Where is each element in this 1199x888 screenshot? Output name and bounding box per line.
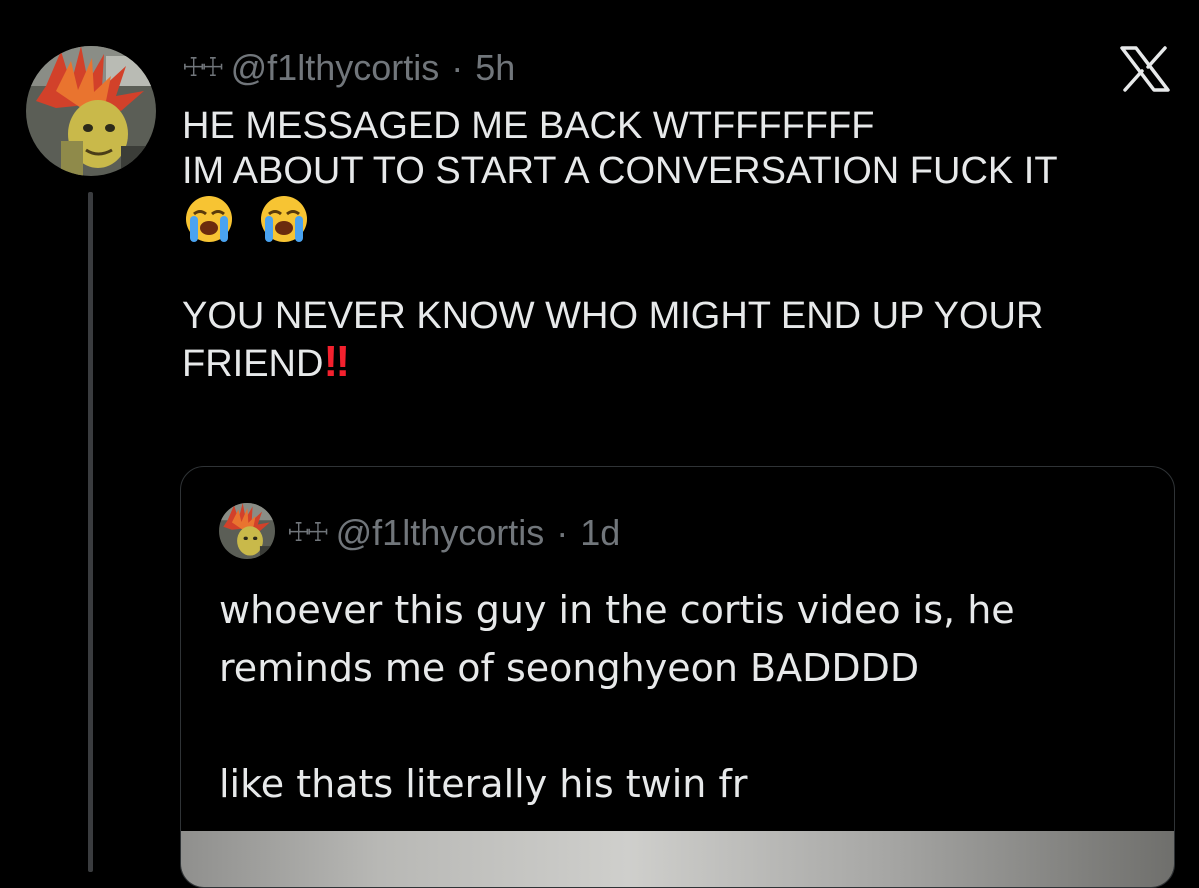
tweet-header: ☩☩ @f1lthycortis · 5h — [182, 46, 515, 90]
quoted-author-handle[interactable]: @f1lthycortis — [336, 512, 545, 554]
loudly-crying-face-icon — [257, 194, 311, 255]
quoted-line: like thats literally his twin fr — [219, 762, 748, 806]
x-logo-icon-svg — [1120, 46, 1170, 92]
emoji-row — [182, 194, 1192, 249]
quoted-author-name[interactable]: ☩☩ — [287, 518, 330, 548]
tweet-line: YOU NEVER KNOW WHO MIGHT END UP YOUR — [182, 295, 1044, 337]
avatar[interactable] — [26, 46, 156, 176]
quoted-line: reminds me of seonghyeon BADDDD — [219, 646, 920, 690]
quoted-avatar-image — [219, 503, 275, 559]
quoted-body: whoever this guy in the cortis video is,… — [219, 581, 1159, 813]
quoted-header: ☩☩ @f1lthycortis · 1d — [287, 511, 620, 555]
quoted-tweet[interactable]: ☩☩ @f1lthycortis · 1d whoever this guy in … — [180, 466, 1175, 888]
quoted-time-separator: · — [556, 512, 569, 553]
tweet-body: HE MESSAGED ME BACK WTFFFFFFF IM ABOUT T… — [182, 104, 1192, 387]
quoted-timestamp[interactable]: 1d — [580, 512, 620, 554]
x-logo-icon[interactable] — [1118, 46, 1172, 92]
quoted-media-image[interactable] — [181, 831, 1174, 887]
author-handle[interactable]: @f1lthycortis — [231, 47, 440, 89]
avatar-image — [26, 46, 156, 176]
tweet-line: HE MESSAGED ME BACK WTFFFFFFF — [182, 105, 875, 147]
time-separator: · — [451, 47, 464, 88]
double-exclamation-icon: ‼ — [323, 337, 350, 386]
tweet-timestamp[interactable]: 5h — [475, 47, 515, 89]
author-name[interactable]: ☩☩ — [182, 53, 225, 83]
loudly-crying-face-icon — [182, 194, 236, 255]
quoted-avatar[interactable] — [219, 503, 275, 559]
tweet-line-text: FRIEND — [182, 343, 324, 385]
tweet-line-last: FRIEND‼ — [182, 339, 1192, 387]
quoted-line: whoever this guy in the cortis video is,… — [219, 588, 1015, 632]
thread-line — [88, 192, 93, 872]
tweet-line: IM ABOUT TO START A CONVERSATION FUCK IT — [182, 150, 1058, 192]
